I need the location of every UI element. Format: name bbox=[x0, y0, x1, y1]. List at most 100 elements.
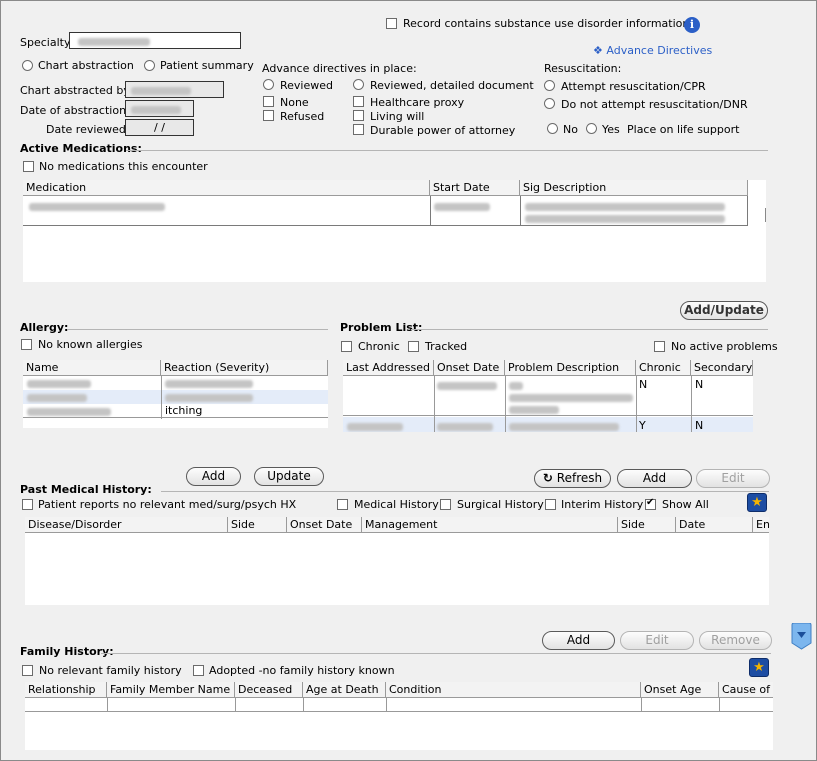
chronic-cell: Y bbox=[639, 419, 646, 432]
substance-use-checkbox[interactable] bbox=[386, 18, 397, 29]
chronic-label: Chronic bbox=[358, 340, 400, 353]
medications-table: Medication Start Date Sig Description bbox=[23, 180, 766, 282]
date-reviewed-field[interactable]: / / bbox=[125, 119, 194, 136]
surgical-history-checkbox[interactable] bbox=[440, 499, 451, 510]
table-row[interactable] bbox=[25, 698, 773, 712]
ad-none-checkbox[interactable] bbox=[263, 96, 274, 107]
column-header[interactable]: Age at Death bbox=[303, 682, 386, 698]
refresh-button[interactable]: ↻ Refresh bbox=[534, 469, 611, 488]
column-header[interactable]: Relationship bbox=[25, 682, 107, 698]
divider bbox=[67, 329, 328, 330]
reaction-cell: itching bbox=[165, 404, 203, 417]
column-header[interactable]: Reaction (Severity) bbox=[161, 360, 328, 376]
column-header[interactable]: Last Addressed bbox=[343, 360, 434, 376]
refresh-icon: ↻ bbox=[542, 471, 553, 485]
advance-directives-title: Advance directives in place: bbox=[262, 62, 417, 75]
fh-remove-button[interactable]: Remove bbox=[699, 631, 772, 650]
column-header[interactable]: Date bbox=[676, 517, 753, 533]
ad-reviewed-radio[interactable] bbox=[263, 79, 274, 90]
table-row[interactable]: itching bbox=[23, 404, 328, 418]
no-known-allergies-checkbox[interactable] bbox=[21, 339, 32, 350]
column-header[interactable]: Problem Description bbox=[505, 360, 636, 376]
attempt-resuscitation-radio[interactable] bbox=[544, 80, 555, 91]
ad-healthcare-proxy-label: Healthcare proxy bbox=[370, 96, 465, 109]
column-header[interactable]: Side bbox=[618, 517, 676, 533]
patient-summary-label: Patient summary bbox=[160, 59, 254, 72]
column-header[interactable]: Medication bbox=[23, 180, 430, 196]
no-relevant-med-checkbox[interactable] bbox=[22, 499, 33, 510]
no-medications-checkbox[interactable] bbox=[23, 161, 34, 172]
add-update-medications-button[interactable]: Add/Update bbox=[680, 301, 768, 320]
life-support-no-radio[interactable] bbox=[547, 123, 558, 134]
advance-directives-link[interactable]: ❖ Advance Directives bbox=[593, 44, 712, 57]
ad-living-will-checkbox[interactable] bbox=[353, 110, 364, 121]
column-header[interactable]: Secondary bbox=[691, 360, 753, 376]
column-header[interactable]: Sig Description bbox=[520, 180, 748, 196]
scroll-down-icon[interactable] bbox=[791, 622, 812, 650]
patient-summary-radio[interactable] bbox=[144, 60, 155, 71]
no-relevant-family-label: No relevant family history bbox=[39, 664, 182, 677]
allergy-title: Allergy: bbox=[20, 321, 69, 334]
column-header[interactable]: Family Member Name bbox=[107, 682, 235, 698]
table-row[interactable] bbox=[23, 196, 748, 226]
column-header[interactable]: Name bbox=[23, 360, 161, 376]
column-header[interactable]: Management bbox=[362, 517, 618, 533]
diamond-bullet-icon: ❖ bbox=[593, 44, 603, 57]
column-header[interactable]: Condition bbox=[386, 682, 641, 698]
problem-list-title: Problem List: bbox=[340, 321, 423, 334]
ad-durable-poa-checkbox[interactable] bbox=[353, 124, 364, 135]
active-medications-title: Active Medications: bbox=[20, 142, 142, 155]
pmh-edit-button[interactable]: Edit bbox=[696, 469, 770, 488]
medical-history-checkbox[interactable] bbox=[337, 499, 348, 510]
column-header[interactable]: Start Date bbox=[430, 180, 520, 196]
allergy-table: Name Reaction (Severity) itching bbox=[23, 360, 328, 428]
medical-history-label: Medical History bbox=[354, 498, 439, 511]
no-relevant-family-checkbox[interactable] bbox=[22, 665, 33, 676]
show-all-label: Show All bbox=[662, 498, 709, 511]
pmh-update-button[interactable]: Update bbox=[254, 467, 324, 486]
pmh-add-button[interactable]: Add bbox=[186, 467, 241, 486]
table-row[interactable] bbox=[23, 390, 328, 404]
interim-history-checkbox[interactable] bbox=[545, 499, 556, 510]
chronic-checkbox[interactable] bbox=[341, 341, 352, 352]
ad-reviewed-detailed-radio[interactable] bbox=[353, 79, 364, 90]
life-support-yes-radio[interactable] bbox=[586, 123, 597, 134]
tracked-checkbox[interactable] bbox=[408, 341, 419, 352]
specialty-label: Specialty: bbox=[20, 36, 74, 49]
pmh-add2-button[interactable]: Add bbox=[617, 469, 692, 488]
column-header[interactable]: Onset Age bbox=[641, 682, 719, 698]
column-header[interactable]: Onset Date bbox=[287, 517, 362, 533]
life-support-no-label: No bbox=[563, 123, 578, 136]
table-row[interactable] bbox=[23, 376, 328, 390]
fh-add-button[interactable]: Add bbox=[542, 631, 615, 650]
column-header[interactable]: Side bbox=[228, 517, 287, 533]
chart-abstracted-by-label: Chart abstracted by: bbox=[20, 84, 133, 97]
dnr-radio[interactable] bbox=[544, 98, 555, 109]
info-icon[interactable]: i bbox=[684, 17, 700, 33]
ad-refused-checkbox[interactable] bbox=[263, 110, 274, 121]
column-header[interactable]: Deceased bbox=[235, 682, 303, 698]
column-header[interactable]: En bbox=[753, 517, 769, 533]
specialty-field[interactable] bbox=[69, 32, 241, 49]
favorites-star-icon[interactable]: ★ bbox=[747, 493, 767, 512]
chart-abstraction-radio[interactable] bbox=[22, 60, 33, 71]
favorites-star-icon[interactable]: ★ bbox=[749, 658, 769, 677]
resuscitation-title: Resuscitation: bbox=[544, 62, 622, 75]
no-active-problems-checkbox[interactable] bbox=[654, 341, 665, 352]
life-support-label: Place on life support bbox=[627, 123, 740, 136]
interim-history-label: Interim History bbox=[561, 498, 644, 511]
ad-living-will-label: Living will bbox=[370, 110, 425, 123]
chronic-cell: N bbox=[639, 378, 648, 391]
no-known-allergies-label: No known allergies bbox=[38, 338, 143, 351]
fh-edit-button[interactable]: Edit bbox=[620, 631, 694, 650]
adopted-checkbox[interactable] bbox=[193, 665, 204, 676]
column-header[interactable]: Cause of D bbox=[719, 682, 773, 698]
show-all-checkbox[interactable] bbox=[645, 497, 656, 510]
column-header[interactable]: Chronic bbox=[636, 360, 691, 376]
column-header[interactable]: Disease/Disorder bbox=[25, 517, 228, 533]
date-of-abstraction-field[interactable] bbox=[125, 100, 194, 117]
chart-abstracted-by-field[interactable] bbox=[125, 81, 224, 98]
ad-healthcare-proxy-checkbox[interactable] bbox=[353, 96, 364, 107]
column-header[interactable]: Onset Date bbox=[434, 360, 505, 376]
family-history-table: Relationship Family Member Name Deceased… bbox=[25, 682, 773, 750]
